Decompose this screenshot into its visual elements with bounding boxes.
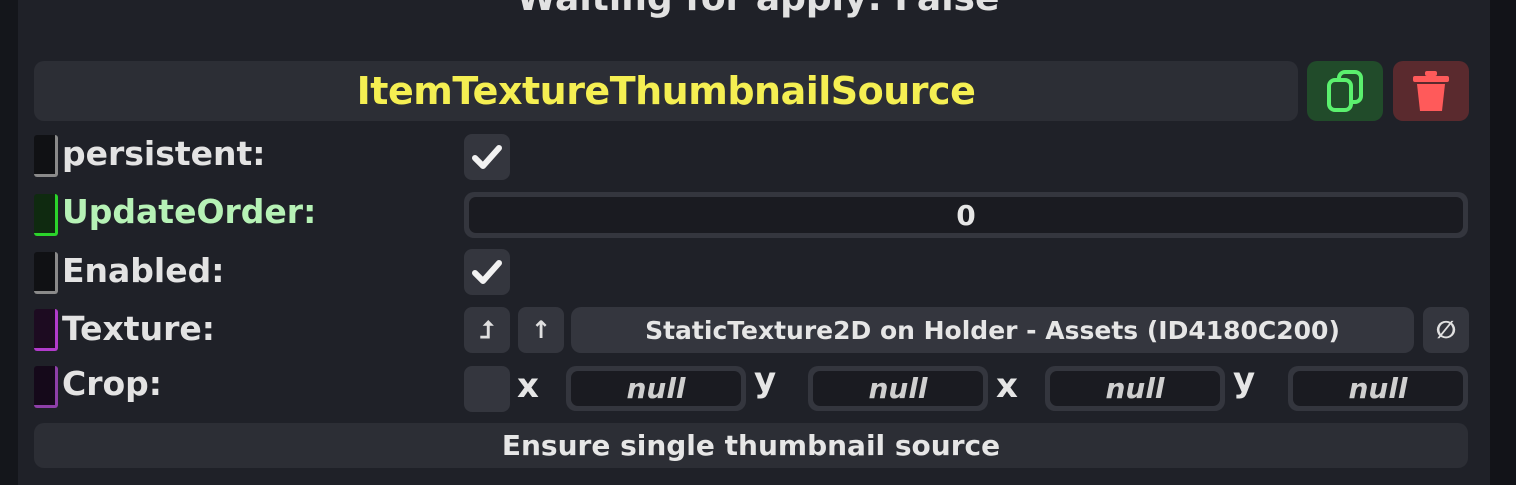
clear-reference-button[interactable]: ∅	[1423, 307, 1469, 353]
arrow-up-icon: ↑	[530, 316, 552, 344]
crop-has-value-checkbox[interactable]	[464, 366, 510, 412]
trash-icon	[1413, 71, 1449, 111]
persistent-checkbox[interactable]	[464, 134, 510, 180]
duplicate-component-button[interactable]	[1307, 61, 1383, 121]
crop-height-label: y	[1233, 360, 1256, 400]
scrollbar-track[interactable]	[1490, 0, 1516, 485]
delete-component-button[interactable]	[1393, 61, 1469, 121]
left-edge	[0, 0, 18, 485]
crop-y-input[interactable]: null	[808, 366, 988, 411]
checkmark-icon	[472, 260, 502, 284]
persistent-field-marker	[34, 135, 58, 177]
jump-to-icon: ⮥	[479, 316, 495, 344]
crop-y-value: null	[813, 371, 983, 406]
crop-field-marker	[34, 366, 58, 408]
jump-to-reference-button[interactable]: ⮥	[464, 307, 510, 353]
crop-label: Crop:	[62, 364, 162, 403]
apply-status-text: Waiting for apply: False	[0, 0, 1516, 19]
null-icon: ∅	[1435, 316, 1457, 344]
component-header[interactable]: ItemTextureThumbnailSource	[34, 61, 1298, 121]
select-parent-button[interactable]: ↑	[518, 307, 564, 353]
texture-field-marker	[34, 309, 58, 351]
component-title: ItemTextureThumbnailSource	[356, 69, 976, 113]
crop-width-input[interactable]: null	[1045, 366, 1225, 411]
crop-height-value: null	[1293, 371, 1463, 406]
crop-x-input[interactable]: null	[566, 366, 746, 411]
update-order-value: 0	[956, 198, 976, 232]
enabled-field-marker	[34, 252, 58, 294]
ensure-single-thumbnail-label: Ensure single thumbnail source	[501, 429, 1001, 462]
crop-y-label: y	[754, 360, 777, 400]
update-order-field-marker	[34, 194, 58, 236]
crop-width-value: null	[1050, 371, 1220, 406]
texture-reference-field[interactable]: StaticTexture2D on Holder - Assets (ID41…	[571, 307, 1414, 353]
crop-height-input[interactable]: null	[1288, 366, 1468, 411]
update-order-label: UpdateOrder:	[62, 192, 317, 231]
persistent-label: persistent:	[62, 134, 266, 173]
checkmark-icon	[472, 145, 502, 169]
update-order-input[interactable]: 0	[464, 192, 1468, 238]
enabled-checkbox[interactable]	[464, 249, 510, 295]
copy-icon	[1327, 70, 1363, 112]
crop-x-label: x	[517, 366, 539, 406]
texture-label: Texture:	[62, 309, 215, 348]
crop-width-label: x	[996, 366, 1018, 406]
enabled-label: Enabled:	[62, 251, 225, 290]
ensure-single-thumbnail-button[interactable]: Ensure single thumbnail source	[34, 423, 1468, 468]
texture-reference-value: StaticTexture2D on Holder - Assets (ID41…	[645, 315, 1340, 345]
crop-x-value: null	[571, 371, 741, 406]
